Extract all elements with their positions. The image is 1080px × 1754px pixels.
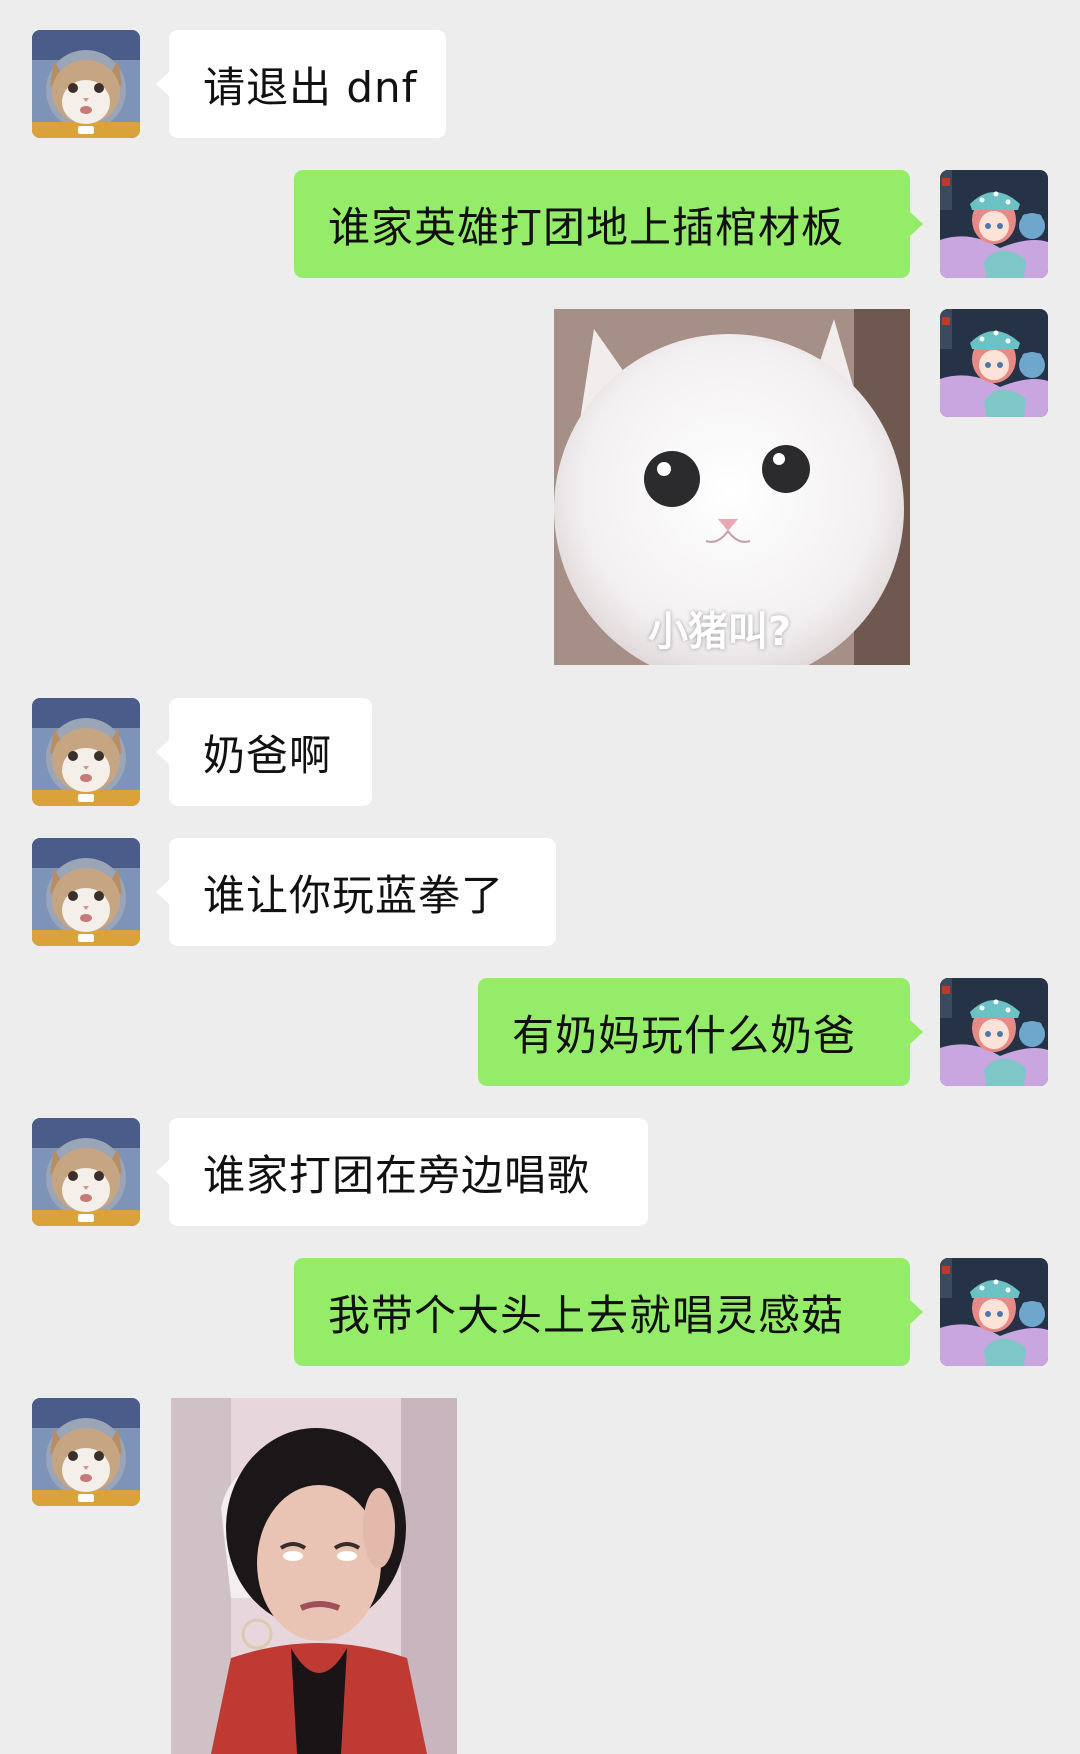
cat-avatar-icon[interactable] [32, 1118, 140, 1226]
message-text: 谁让你玩蓝拳了 [203, 870, 505, 920]
message-bubble[interactable]: 谁家英雄打团地上插棺材板 [294, 170, 923, 278]
cat-avatar-icon[interactable] [32, 838, 140, 946]
message-bubble[interactable]: 谁家打团在旁边唱歌 [156, 1118, 648, 1226]
message-text: 奶爸啊 [203, 730, 333, 780]
cat-avatar-icon[interactable] [32, 1398, 140, 1506]
cat-avatar-icon[interactable] [32, 30, 140, 138]
message-bubble[interactable]: 奶爸啊 [156, 698, 372, 806]
message-text: 请退出 dnf [203, 62, 418, 112]
message-text: 谁家打团在旁边唱歌 [203, 1150, 591, 1200]
message-text: 我带个大头上去就唱灵感菇 [328, 1290, 845, 1340]
anime-girl-avatar-icon[interactable] [940, 978, 1048, 1086]
message-bubble[interactable]: 我带个大头上去就唱灵感菇 [294, 1258, 923, 1366]
message-text: 有奶妈玩什么奶爸 [512, 1010, 857, 1060]
message-text: 谁家英雄打团地上插棺材板 [328, 202, 845, 252]
anime-girl-avatar-icon[interactable] [940, 170, 1048, 278]
anime-girl-avatar-icon[interactable] [940, 309, 1048, 417]
cat-avatar-icon[interactable] [32, 698, 140, 806]
white-cat-meme-image[interactable]: 小猪叫? [554, 309, 910, 665]
message-bubble[interactable]: 请退出 dnf [156, 30, 446, 138]
message-bubble[interactable]: 有奶妈玩什么奶爸 [478, 978, 923, 1086]
anime-girl-avatar-icon[interactable] [940, 1258, 1048, 1366]
image-caption: 小猪叫? [648, 609, 792, 655]
girl-eye-roll-meme-image[interactable] [171, 1398, 457, 1754]
message-bubble[interactable]: 谁让你玩蓝拳了 [156, 838, 556, 946]
